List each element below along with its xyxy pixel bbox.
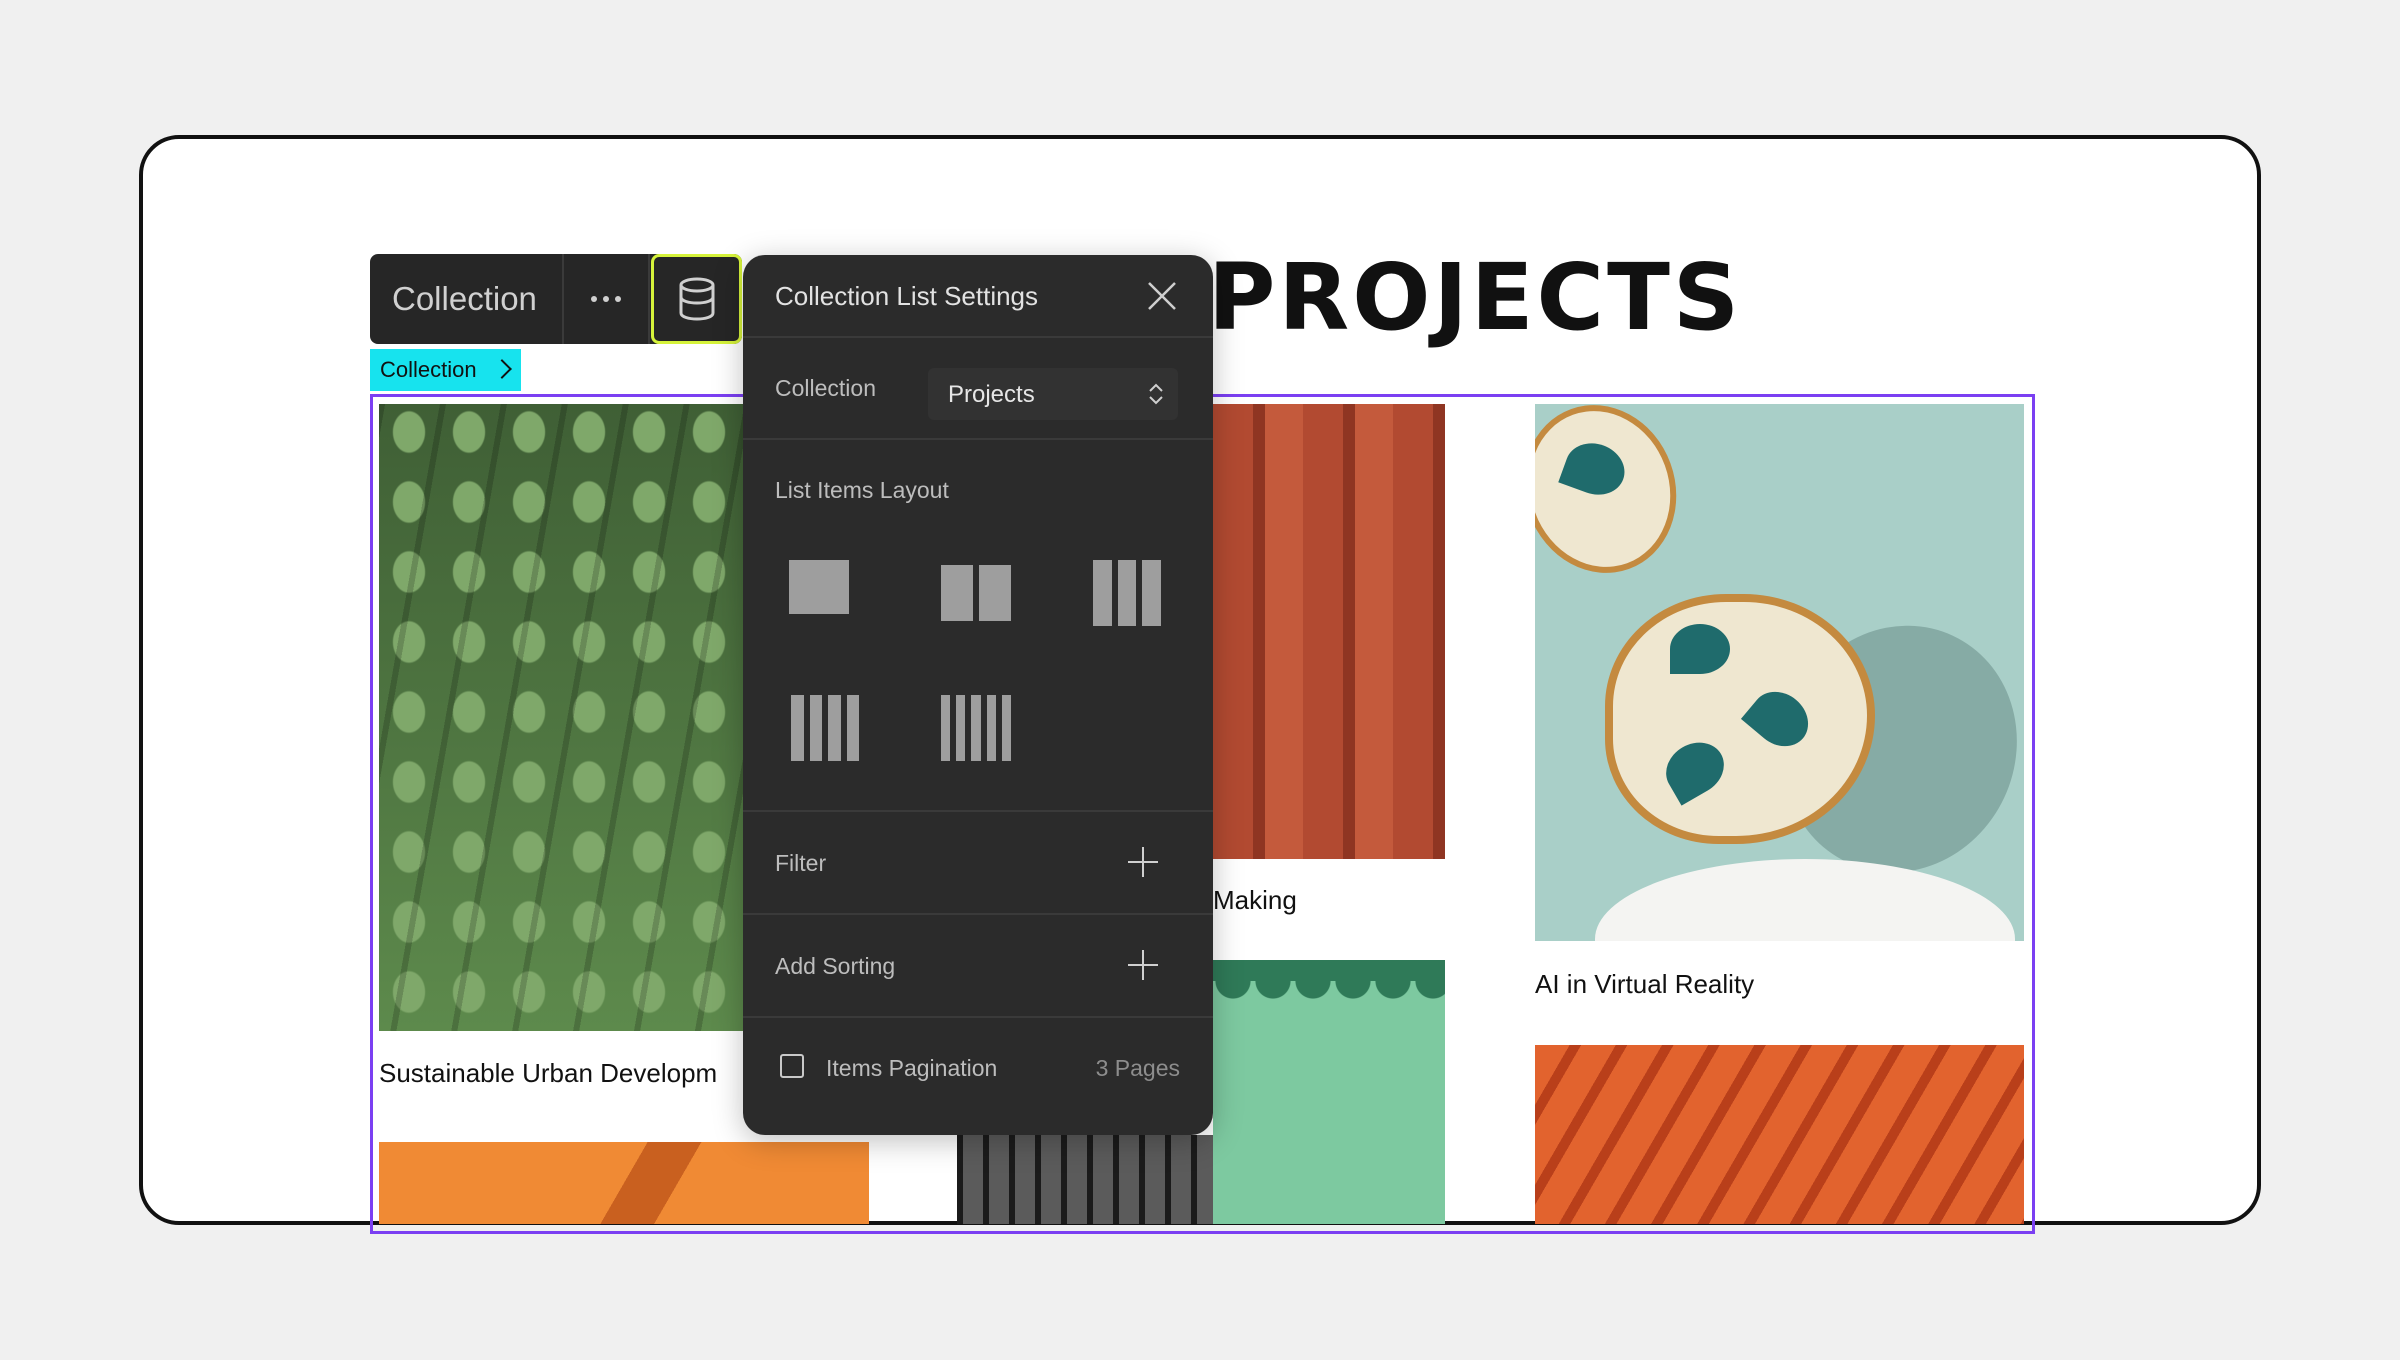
pagination-checkbox[interactable]: [780, 1054, 804, 1078]
card-title-3[interactable]: AI in Virtual Reality: [1535, 969, 1754, 1000]
more-horizontal-icon[interactable]: [564, 254, 650, 344]
pagination-label: Items Pagination: [826, 1055, 998, 1081]
card-title-2[interactable]: Making: [1213, 885, 1297, 916]
card-title-1[interactable]: Sustainable Urban Developm: [379, 1058, 749, 1089]
pagination-pages: 3 Pages: [1095, 1055, 1180, 1081]
filter-label: Filter: [775, 850, 827, 876]
collection-select[interactable]: Projects: [928, 368, 1178, 420]
add-sorting-plus-icon[interactable]: [1128, 950, 1158, 980]
collection-label: Collection: [775, 375, 876, 401]
collection-select-value: Projects: [948, 381, 1035, 408]
marble-table: [1595, 859, 2015, 941]
database-icon[interactable]: [651, 254, 742, 344]
layout-2-columns-button[interactable]: [941, 565, 1011, 621]
layout-label: List Items Layout: [775, 477, 949, 503]
collection-list-settings-panel: Collection List Settings Collection Proj…: [743, 255, 1213, 1135]
breadcrumb[interactable]: Collection: [370, 349, 521, 391]
database-glyph: [679, 277, 714, 321]
chevron-right-icon: [491, 359, 512, 379]
toolbar-element-name[interactable]: Collection: [370, 254, 564, 344]
sorting-label: Add Sorting: [775, 953, 896, 979]
card-image-chair[interactable]: [1535, 404, 2024, 941]
panel-header: Collection List Settings: [743, 255, 1213, 338]
card-image-mint-wall[interactable]: [1213, 960, 1445, 1224]
element-toolbar: Collection: [370, 254, 742, 344]
card-image-stadium-seats[interactable]: [379, 404, 749, 1031]
layout-5-columns-button[interactable]: [941, 695, 1012, 761]
leaf-pattern: [1670, 624, 1730, 674]
chevron-up-down-icon: [1149, 383, 1163, 405]
add-filter-plus-icon[interactable]: [1128, 847, 1158, 877]
layout-3-columns-button[interactable]: [1093, 560, 1162, 626]
panel-title: Collection List Settings: [775, 281, 1039, 311]
card-image-red-arches[interactable]: [1213, 404, 1445, 859]
card-image-orange-stripes[interactable]: [1535, 1045, 2024, 1224]
layout-1-column-button[interactable]: [789, 560, 849, 614]
layout-4-columns-button[interactable]: [791, 695, 859, 761]
chair-back: [1535, 404, 1700, 595]
close-icon[interactable]: [1145, 279, 1179, 313]
card-image-window-bars[interactable]: [957, 1135, 1213, 1224]
card-image-orange-shadow[interactable]: [379, 1142, 869, 1224]
page-heading: PROJECTS: [1208, 244, 1743, 351]
breadcrumb-label: Collection: [380, 357, 477, 382]
